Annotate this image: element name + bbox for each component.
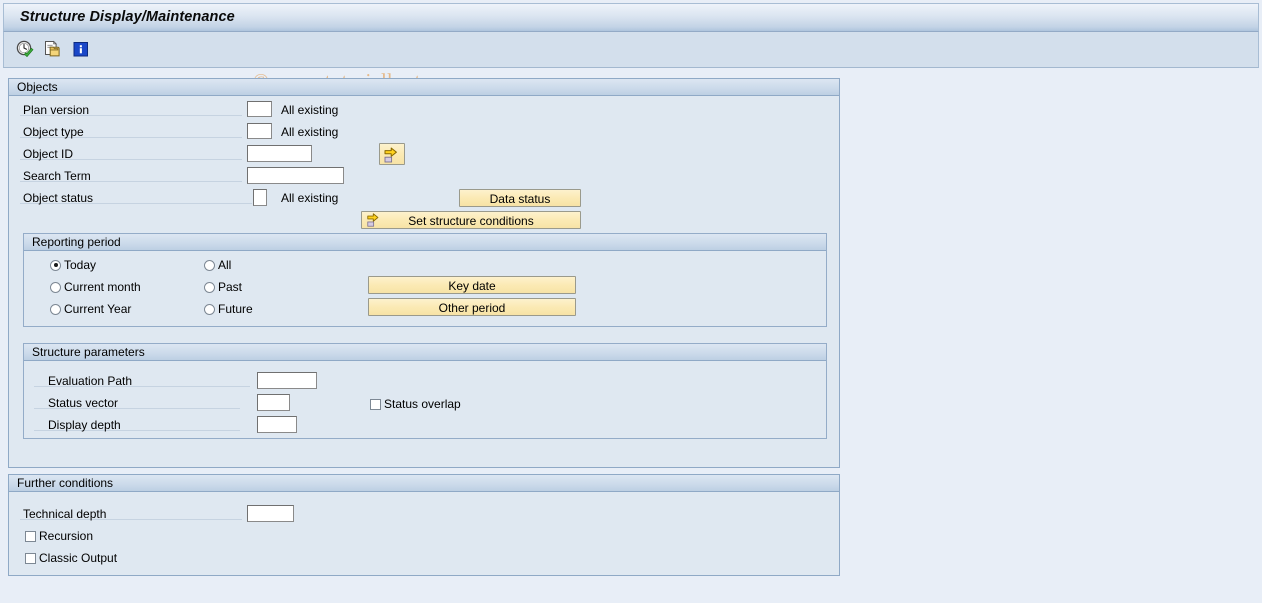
page-title: Structure Display/Maintenance: [20, 9, 235, 25]
reporting-period-title: Reporting period: [32, 235, 121, 249]
execute-clock-check-icon[interactable]: [15, 39, 35, 59]
application-toolbar: © www.tutorialkart.com: [3, 32, 1259, 93]
technical-depth-input[interactable]: [247, 505, 294, 522]
search-term-label: Search Term: [23, 169, 91, 183]
technical-depth-label: Technical depth: [23, 507, 107, 521]
object-type-suffix: All existing: [281, 125, 339, 139]
recursion-checkbox[interactable]: [25, 530, 36, 542]
radio-future-label: Future: [218, 302, 253, 316]
object-id-label: Object ID: [23, 147, 74, 161]
key-date-button[interactable]: Key date: [368, 276, 576, 294]
copy-paste-icon[interactable]: [43, 39, 63, 59]
objects-panel: Objects Plan version All existing Object…: [8, 78, 840, 468]
recursion-label: Recursion: [39, 529, 94, 543]
structure-parameters-header: Structure parameters: [24, 344, 826, 361]
object-status-label: Object status: [23, 191, 94, 205]
info-icon[interactable]: [71, 39, 91, 59]
radio-future-marker: [204, 303, 215, 315]
further-conditions-title: Further conditions: [17, 476, 114, 490]
display-depth-input[interactable]: [257, 416, 297, 433]
arrow-icon: [366, 212, 382, 228]
objects-panel-title: Objects: [17, 80, 58, 94]
structure-parameters-title: Structure parameters: [32, 345, 145, 359]
set-structure-conditions-button[interactable]: Set structure conditions: [361, 211, 581, 229]
search-term-input[interactable]: [247, 167, 344, 184]
status-overlap-checkbox[interactable]: [370, 398, 381, 410]
object-type-label: Object type: [23, 125, 84, 139]
radio-current-month[interactable]: Current month: [50, 280, 141, 294]
classic-output-label: Classic Output: [39, 551, 118, 565]
plan-version-suffix: All existing: [281, 103, 339, 117]
status-vector-input[interactable]: [257, 394, 290, 411]
object-status-suffix: All existing: [281, 191, 339, 205]
further-conditions-header: Further conditions: [9, 475, 839, 492]
object-id-input[interactable]: [247, 145, 312, 162]
radio-current-year[interactable]: Current Year: [50, 302, 131, 316]
radio-current-month-marker: [50, 281, 61, 293]
radio-current-year-label: Current Year: [64, 302, 132, 316]
radio-all[interactable]: All: [204, 258, 231, 272]
radio-current-month-label: Current month: [64, 280, 141, 294]
data-status-button[interactable]: Data status: [459, 189, 581, 207]
status-overlap-label: Status overlap: [384, 397, 461, 411]
recursion-checkbox-row[interactable]: Recursion: [25, 529, 93, 543]
objects-panel-header: Objects: [9, 79, 839, 96]
plan-version-label: Plan version: [23, 103, 90, 117]
evaluation-path-label: Evaluation Path: [48, 374, 133, 388]
radio-past-label: Past: [218, 280, 243, 294]
radio-current-year-marker: [50, 303, 61, 315]
radio-today[interactable]: Today: [50, 258, 96, 272]
classic-output-checkbox-row[interactable]: Classic Output: [25, 551, 117, 565]
radio-today-marker: [50, 259, 61, 271]
object-type-input[interactable]: [247, 123, 272, 139]
reporting-period-header: Reporting period: [24, 234, 826, 251]
classic-output-checkbox[interactable]: [25, 552, 36, 564]
evaluation-path-input[interactable]: [257, 372, 317, 389]
radio-past[interactable]: Past: [204, 280, 242, 294]
radio-all-marker: [204, 259, 215, 271]
set-structure-conditions-label: Set structure conditions: [408, 214, 534, 228]
object-id-arrow-button[interactable]: [379, 143, 405, 165]
further-conditions-panel: Further conditions Technical depth Recur…: [8, 474, 840, 576]
display-depth-label: Display depth: [48, 418, 121, 432]
reporting-period-group: Reporting period Today Current month Cur…: [23, 233, 827, 327]
radio-all-label: All: [218, 258, 232, 272]
radio-past-marker: [204, 281, 215, 293]
window-title-bar: Structure Display/Maintenance: [3, 3, 1259, 32]
radio-today-label: Today: [64, 258, 97, 272]
status-overlap-checkbox-row[interactable]: Status overlap: [370, 397, 461, 411]
status-vector-label: Status vector: [48, 396, 119, 410]
object-status-input[interactable]: [253, 189, 267, 206]
other-period-button[interactable]: Other period: [368, 298, 576, 316]
plan-version-input[interactable]: [247, 101, 272, 117]
toolbar-icon-group: [15, 39, 91, 59]
structure-parameters-group: Structure parameters Evaluation Path Sta…: [23, 343, 827, 439]
radio-future[interactable]: Future: [204, 302, 253, 316]
